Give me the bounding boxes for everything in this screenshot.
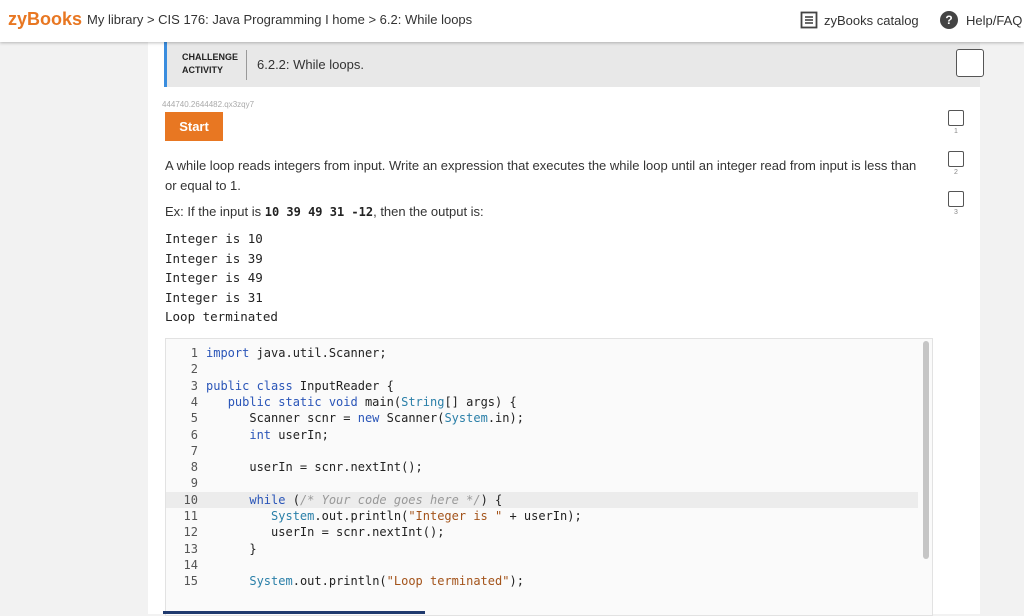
help-label: Help/FAQ bbox=[966, 12, 1023, 28]
expected-output: Integer is 10 Integer is 39 Integer is 4… bbox=[165, 231, 278, 329]
example-input: 10 39 49 31 -12 bbox=[264, 205, 374, 219]
code-line[interactable]: 4 public static void main(String[] args)… bbox=[166, 394, 918, 410]
code-line[interactable]: 13 } bbox=[166, 541, 918, 557]
completion-checkbox-icon bbox=[956, 49, 984, 77]
output-line: Integer is 39 bbox=[165, 250, 263, 266]
breadcrumb-separator: > bbox=[143, 12, 159, 27]
breadcrumb: My library > CIS 176: Java Programming I… bbox=[87, 12, 472, 27]
activity-title: 6.2.2: While loops. bbox=[257, 57, 364, 72]
code-line[interactable]: 12 userIn = scnr.nextInt(); bbox=[166, 524, 918, 540]
breadcrumb-course-home[interactable]: CIS 176: Java Programming I home bbox=[158, 12, 365, 27]
output-line: Integer is 31 bbox=[165, 289, 263, 305]
code-line[interactable]: 3 public class InputReader { bbox=[166, 378, 918, 394]
breadcrumb-section[interactable]: 6.2: While loops bbox=[380, 12, 473, 27]
output-line: Integer is 49 bbox=[165, 270, 263, 285]
output-line: Integer is 10 bbox=[165, 231, 263, 246]
code-line[interactable]: 9 bbox=[166, 475, 918, 491]
activity-header: CHALLENGE ACTIVITY 6.2.2: While loops. bbox=[164, 42, 984, 87]
code-line[interactable]: 2 bbox=[166, 361, 918, 377]
breadcrumb-separator: > bbox=[364, 12, 380, 27]
example-text: Ex: If the input is 10 39 49 31 -12, the… bbox=[165, 204, 484, 219]
help-icon: ? bbox=[940, 11, 958, 29]
activity-type-label: CHALLENGE ACTIVITY bbox=[182, 52, 238, 75]
level-checkbox-icon bbox=[948, 151, 964, 167]
catalog-label: zyBooks catalog bbox=[824, 12, 919, 28]
code-editor[interactable]: 1 import java.util.Scanner; 2 3 public cla… bbox=[165, 338, 933, 616]
code-line[interactable]: 6 int userIn; bbox=[166, 427, 918, 443]
prompt-text: A while loop reads integers from input. … bbox=[165, 158, 917, 193]
header-accent-bar bbox=[164, 42, 167, 87]
code-line[interactable]: 7 bbox=[166, 443, 918, 459]
level-3[interactable]: 3 bbox=[945, 191, 967, 216]
zybooks-logo[interactable]: zyBooks bbox=[8, 9, 82, 30]
catalog-link[interactable]: zyBooks catalog bbox=[800, 11, 919, 29]
breadcrumb-my-library[interactable]: My library bbox=[87, 12, 143, 27]
level-checkbox-icon bbox=[948, 191, 964, 207]
code-input-placeholder[interactable]: /* Your code goes here */ bbox=[300, 493, 481, 507]
level-1[interactable]: 1 bbox=[945, 110, 967, 135]
top-bar: zyBooks My library > CIS 176: Java Progr… bbox=[0, 0, 1024, 42]
code-line[interactable]: 11 System.out.println("Integer is " + us… bbox=[166, 508, 918, 524]
code-line[interactable]: 5 Scanner scnr = new Scanner(System.in); bbox=[166, 410, 918, 426]
level-checkbox-icon bbox=[948, 110, 964, 126]
level-2[interactable]: 2 bbox=[945, 151, 967, 176]
header-divider bbox=[246, 50, 247, 80]
code-line[interactable]: 8 userIn = scnr.nextInt(); bbox=[166, 459, 918, 475]
editor-scrollbar[interactable] bbox=[923, 341, 929, 559]
output-line: Loop terminated bbox=[165, 309, 278, 324]
code-line[interactable]: 14 bbox=[166, 557, 918, 573]
start-button[interactable]: Start bbox=[165, 112, 223, 141]
help-link[interactable]: ? Help/FAQ bbox=[940, 11, 1022, 29]
activity-id: 444740.2644482.qx3zqy7 bbox=[162, 100, 255, 109]
code-line[interactable]: 1 import java.util.Scanner; bbox=[166, 345, 918, 361]
code-line[interactable]: 15 System.out.println("Loop terminated")… bbox=[166, 573, 918, 589]
catalog-icon bbox=[800, 11, 818, 29]
code-line-active[interactable]: 10 while (/* Your code goes here */) { bbox=[166, 491, 918, 508]
